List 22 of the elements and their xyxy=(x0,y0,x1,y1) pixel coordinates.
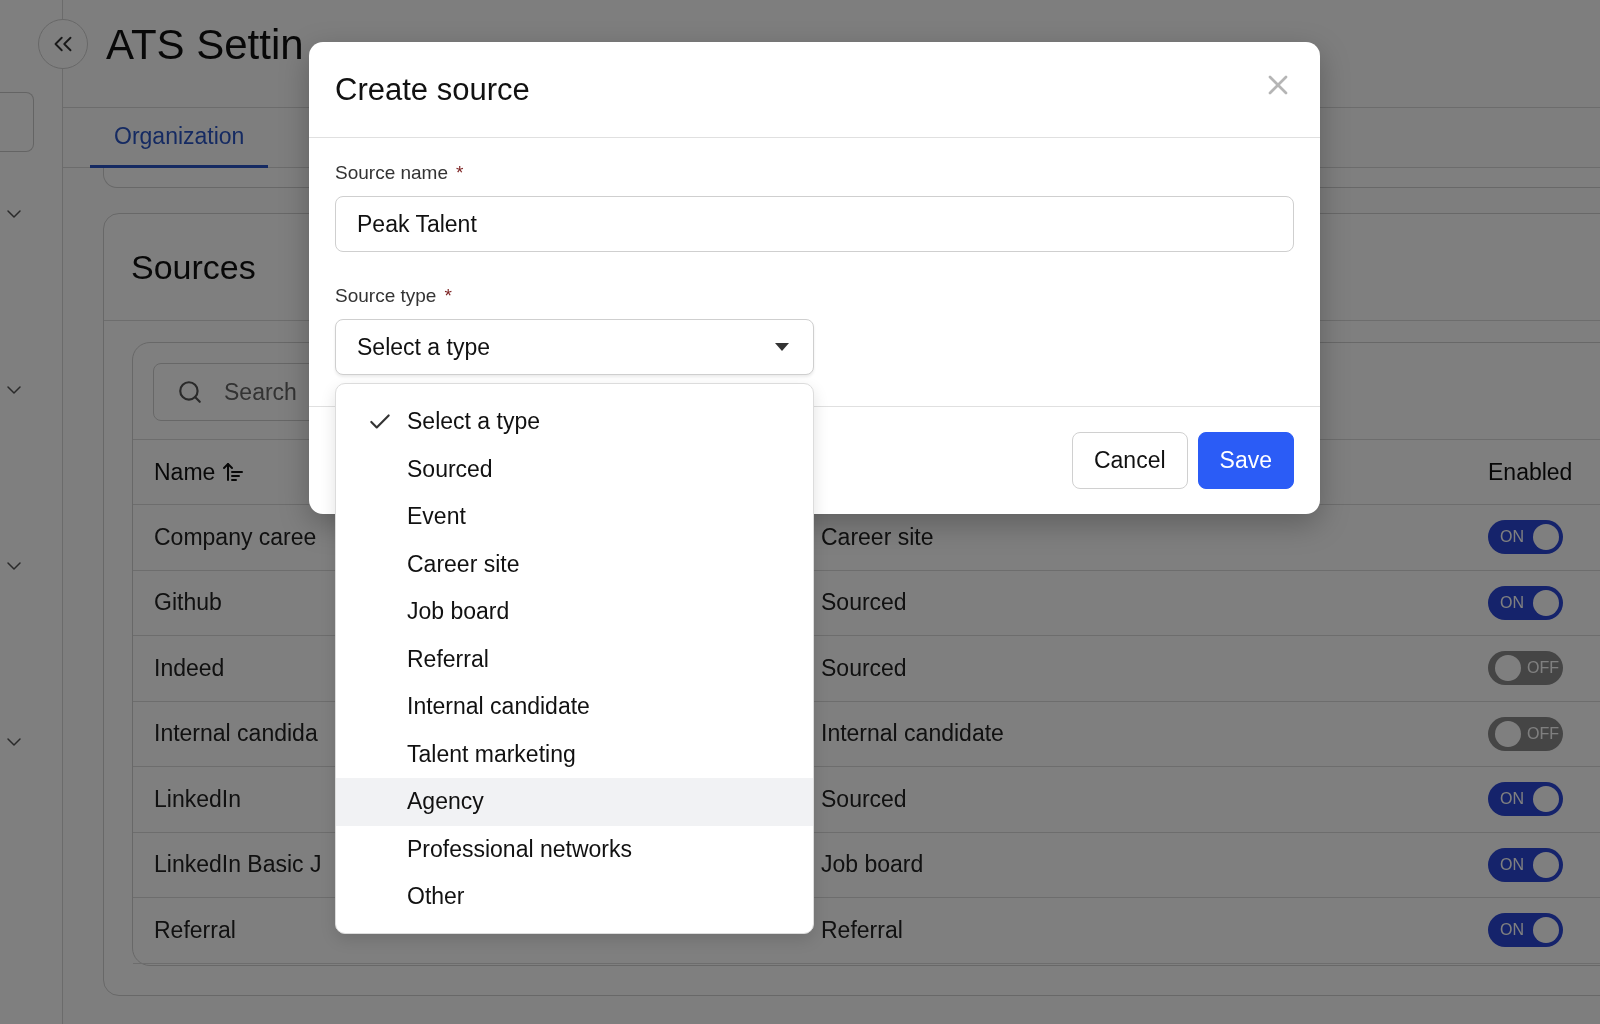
table-cell: Internal candida xyxy=(154,720,318,748)
page-title: ATS Settin xyxy=(106,20,304,70)
table-cell: Career site xyxy=(821,523,934,551)
table-cell: Indeed xyxy=(154,654,225,682)
table-cell: Company caree xyxy=(154,523,317,551)
table-cell: Github xyxy=(154,589,222,617)
required-mark: * xyxy=(444,285,452,307)
dialog-title: Create source xyxy=(335,71,530,108)
table-cell: Sourced xyxy=(821,589,907,617)
table-cell: Sourced xyxy=(821,654,907,682)
table-cell: Sourced xyxy=(821,785,907,813)
section-title: Sources xyxy=(131,247,256,287)
table-cell: LinkedIn Basic J xyxy=(154,851,322,879)
table-cell: Internal candidate xyxy=(821,720,1004,748)
field-label: Source name xyxy=(335,162,448,184)
field-label: Source type xyxy=(335,285,437,307)
table-cell: Job board xyxy=(821,851,924,879)
table-cell: Referral xyxy=(821,916,903,944)
column-header: Enabled xyxy=(1488,458,1574,486)
table-cell: Referral xyxy=(154,916,236,944)
table-cell: LinkedIn xyxy=(154,785,241,813)
required-mark: * xyxy=(456,162,464,184)
